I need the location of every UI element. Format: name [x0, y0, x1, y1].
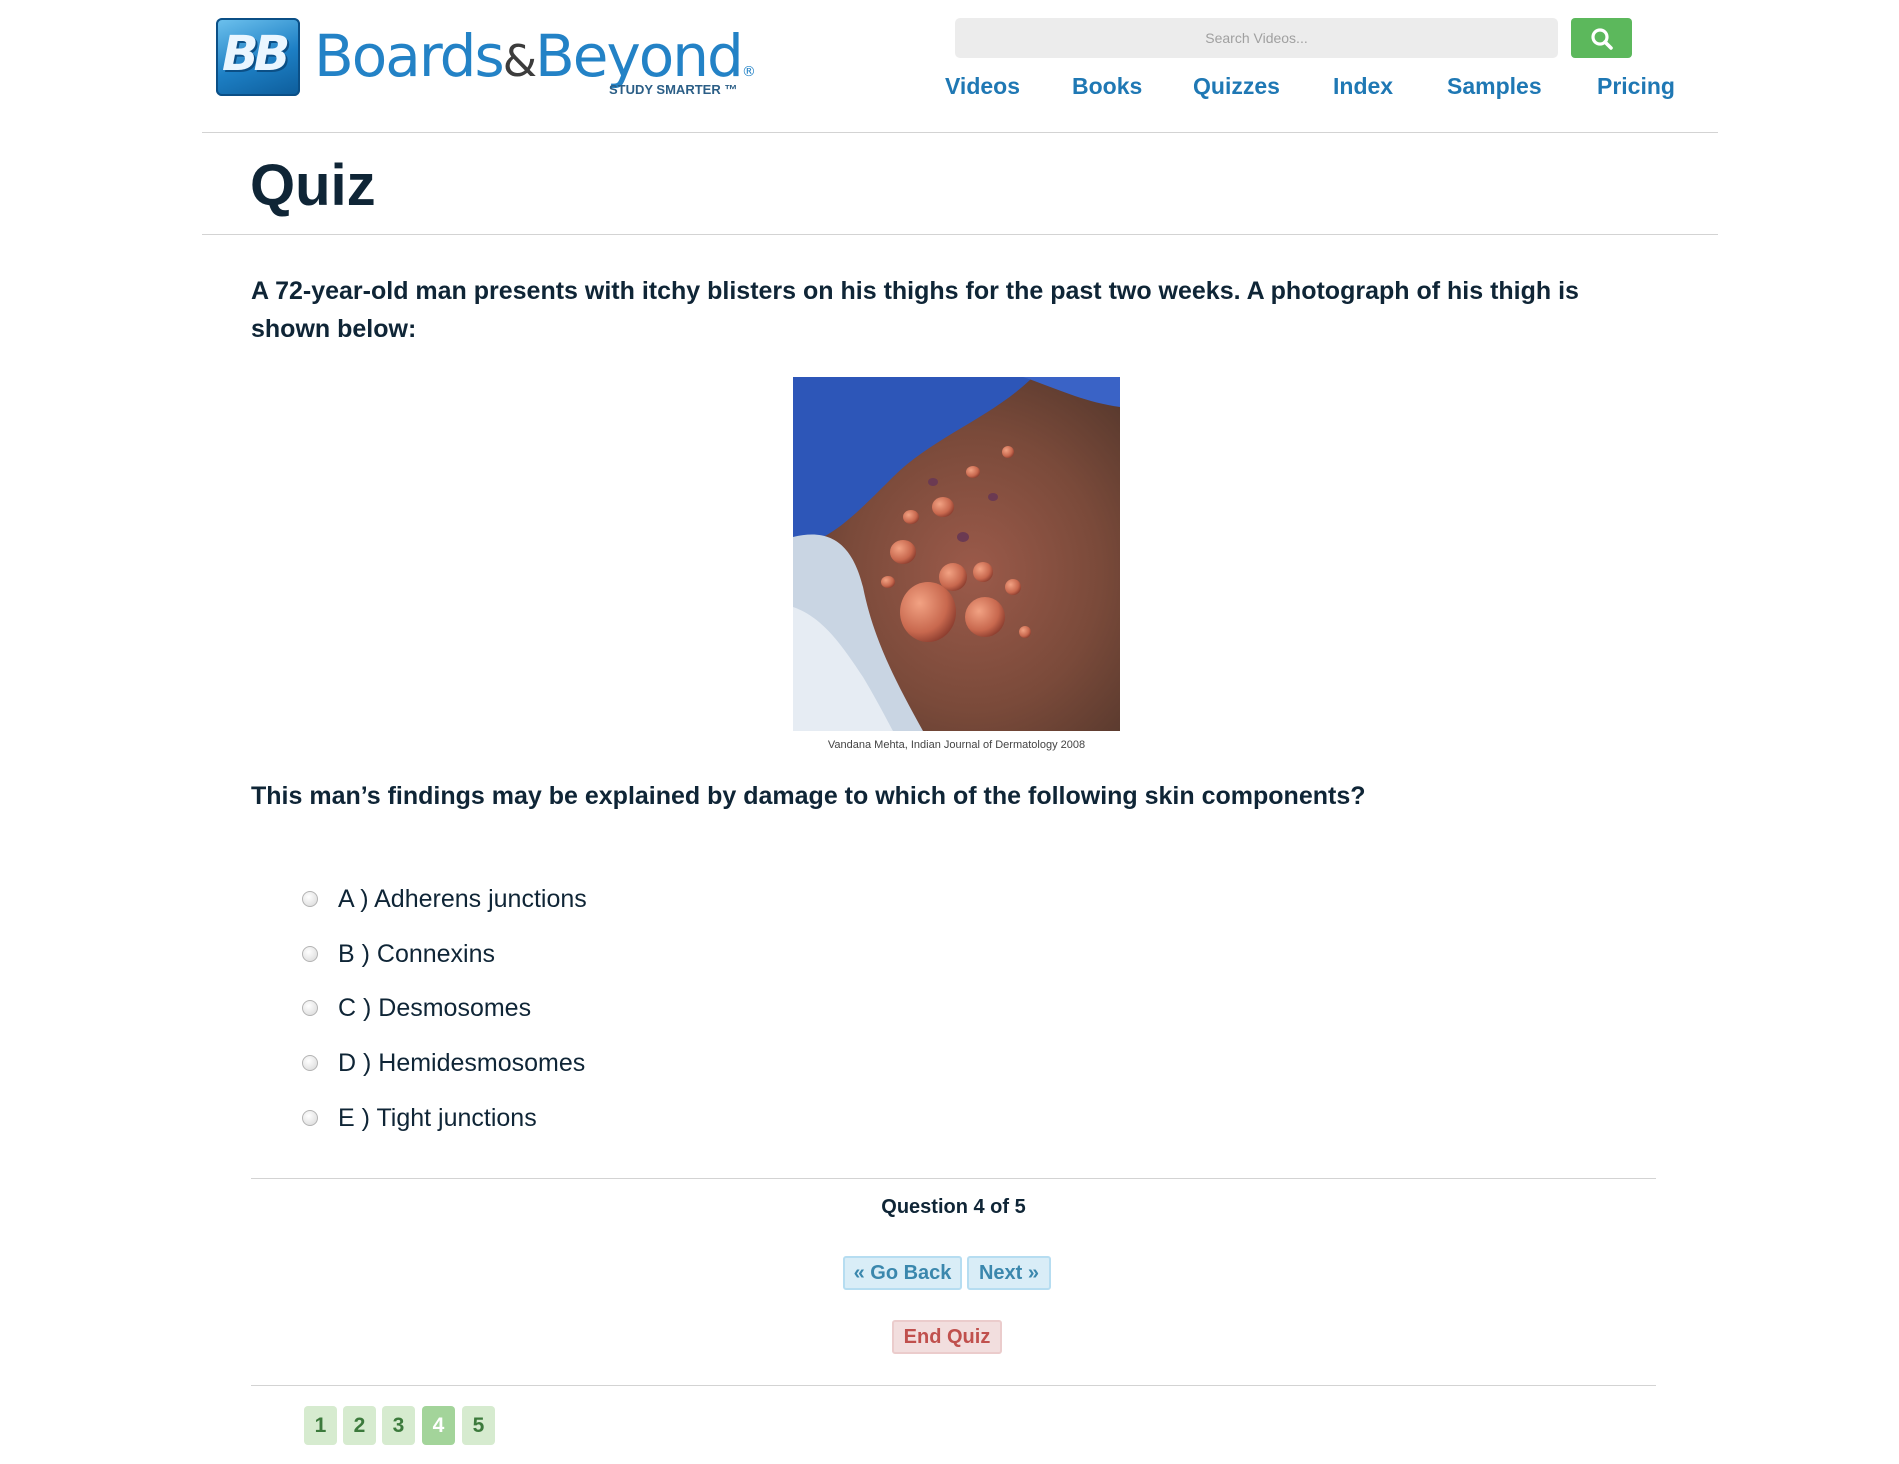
page-link-4-current[interactable]: 4: [422, 1406, 455, 1445]
radio-button[interactable]: [302, 1110, 318, 1126]
go-back-button[interactable]: « Go Back: [843, 1256, 962, 1290]
search-button[interactable]: [1571, 18, 1632, 58]
nav-samples[interactable]: Samples: [1447, 73, 1542, 100]
nav-pricing[interactable]: Pricing: [1597, 73, 1675, 100]
end-quiz-button[interactable]: End Quiz: [892, 1320, 1002, 1354]
main-nav: Videos Books Quizzes Index Samples Prici…: [0, 73, 1899, 109]
nav-videos[interactable]: Videos: [945, 73, 1020, 100]
pagination-divider: [251, 1385, 1656, 1386]
header-divider: [202, 132, 1718, 133]
answer-option-label: A ) Adherens junctions: [338, 884, 587, 913]
radio-button[interactable]: [302, 891, 318, 907]
answer-option-e[interactable]: E ) Tight junctions: [302, 1102, 537, 1134]
answer-option-d[interactable]: D ) Hemidesmosomes: [302, 1047, 585, 1079]
nav-quizzes[interactable]: Quizzes: [1193, 73, 1280, 100]
title-divider: [202, 234, 1718, 235]
next-button[interactable]: Next »: [967, 1256, 1051, 1290]
radio-button[interactable]: [302, 946, 318, 962]
nav-index[interactable]: Index: [1333, 73, 1393, 100]
page-link-2[interactable]: 2: [343, 1406, 376, 1445]
answer-option-b[interactable]: B ) Connexins: [302, 938, 495, 970]
answer-option-label: D ) Hemidesmosomes: [338, 1048, 586, 1077]
search-input[interactable]: [955, 18, 1558, 58]
answer-option-label: B ) Connexins: [338, 939, 496, 968]
question-progress: Question 4 of 5: [881, 1196, 1026, 1218]
page-link-1[interactable]: 1: [304, 1406, 337, 1445]
radio-button[interactable]: [302, 1055, 318, 1071]
options-divider: [251, 1178, 1656, 1179]
answer-option-label: E ) Tight junctions: [338, 1103, 537, 1132]
image-caption: Vandana Mehta, Indian Journal of Dermato…: [827, 739, 1086, 751]
search-icon: [1591, 28, 1613, 50]
nav-books[interactable]: Books: [1072, 73, 1142, 100]
clinical-photo: [793, 377, 1120, 731]
answer-option-c[interactable]: C ) Desmosomes: [302, 992, 531, 1024]
thigh-blisters-image: [793, 377, 1120, 731]
question-stem: A 72-year-old man presents with itchy bl…: [251, 277, 1579, 343]
page-title: Quiz: [250, 153, 376, 218]
radio-button[interactable]: [302, 1000, 318, 1016]
page-link-5[interactable]: 5: [462, 1406, 495, 1445]
page-link-3[interactable]: 3: [382, 1406, 415, 1445]
answer-option-a[interactable]: A ) Adherens junctions: [302, 883, 587, 915]
answer-option-label: C ) Desmosomes: [338, 993, 532, 1022]
question-prompt: This man’s findings may be explained by …: [251, 782, 1366, 810]
